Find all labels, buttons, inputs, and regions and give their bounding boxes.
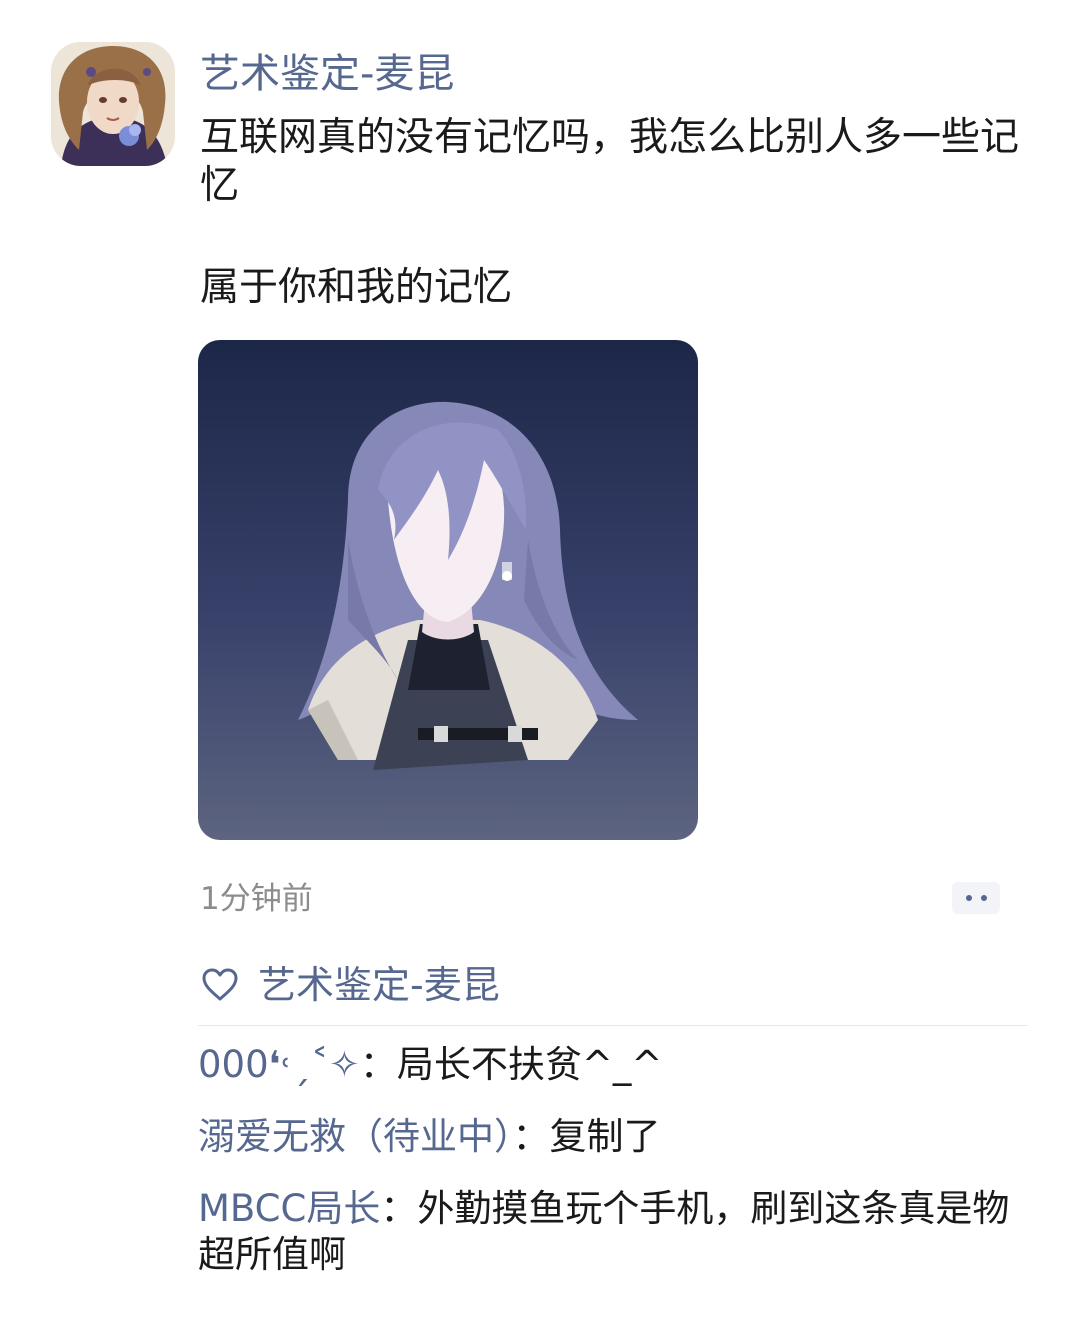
anime-portrait-image [198,340,698,840]
heart-outline-icon [202,968,238,1001]
comment-text: 复制了 [549,1115,661,1158]
post-timestamp: 1分钟前 [200,881,313,917]
comment-separator: ： [512,1115,550,1158]
comment-text: 局长不扶贫^_^ [396,1043,663,1086]
more-dots-icon [965,895,972,901]
comments-list: 000❛˓ˏ˂✧：局长不扶贫^_^ 溺爱无救（待业中）：复制了 MBCC局长：外… [198,1026,1028,1278]
author-avatar[interactable] [51,42,175,166]
liker-name[interactable]: 艺术鉴定-麦昆 [258,961,500,1009]
comment-item[interactable]: 溺爱无救（待业中）：复制了 [198,1114,1018,1160]
interaction-box: 艺术鉴定-麦昆 000❛˓ˏ˂✧：局长不扶贫^_^ 溺爱无救（待业中）：复制了 … [198,945,1028,1304]
post-image[interactable] [198,340,698,840]
avatar-portrait-icon [51,42,175,166]
post-text-paragraph-2: 属于你和我的记忆 [200,265,513,310]
comment-item[interactable]: MBCC局长：外勤摸鱼玩个手机，刷到这条真是物超所值啊 [198,1186,1018,1278]
commenter-name[interactable]: MBCC局长 [198,1187,380,1230]
commenter-name[interactable]: 溺爱无救（待业中） [198,1115,513,1158]
comment-separator: ： [380,1187,418,1230]
comment-separator: ： [359,1043,397,1086]
post-text-paragraph-1: 互联网真的没有记忆吗，我怎么比别人多一些记忆 [200,115,1020,208]
comment-item[interactable]: 000❛˓ˏ˂✧：局长不扶贫^_^ [198,1042,1018,1088]
post-content: 互联网真的没有记忆吗，我怎么比别人多一些记忆 属于你和我的记忆 [200,114,1020,312]
more-dots-icon [980,895,987,901]
likes-row: 艺术鉴定-麦昆 [198,945,1028,1026]
commenter-name[interactable]: 000❛˓ˏ˂✧ [198,1043,360,1086]
moments-post: 艺术鉴定-麦昆 互联网真的没有记忆吗，我怎么比别人多一些记忆 属于你和我的记忆 [0,0,1080,1317]
more-button[interactable] [952,882,1000,914]
author-name[interactable]: 艺术鉴定-麦昆 [200,46,454,102]
